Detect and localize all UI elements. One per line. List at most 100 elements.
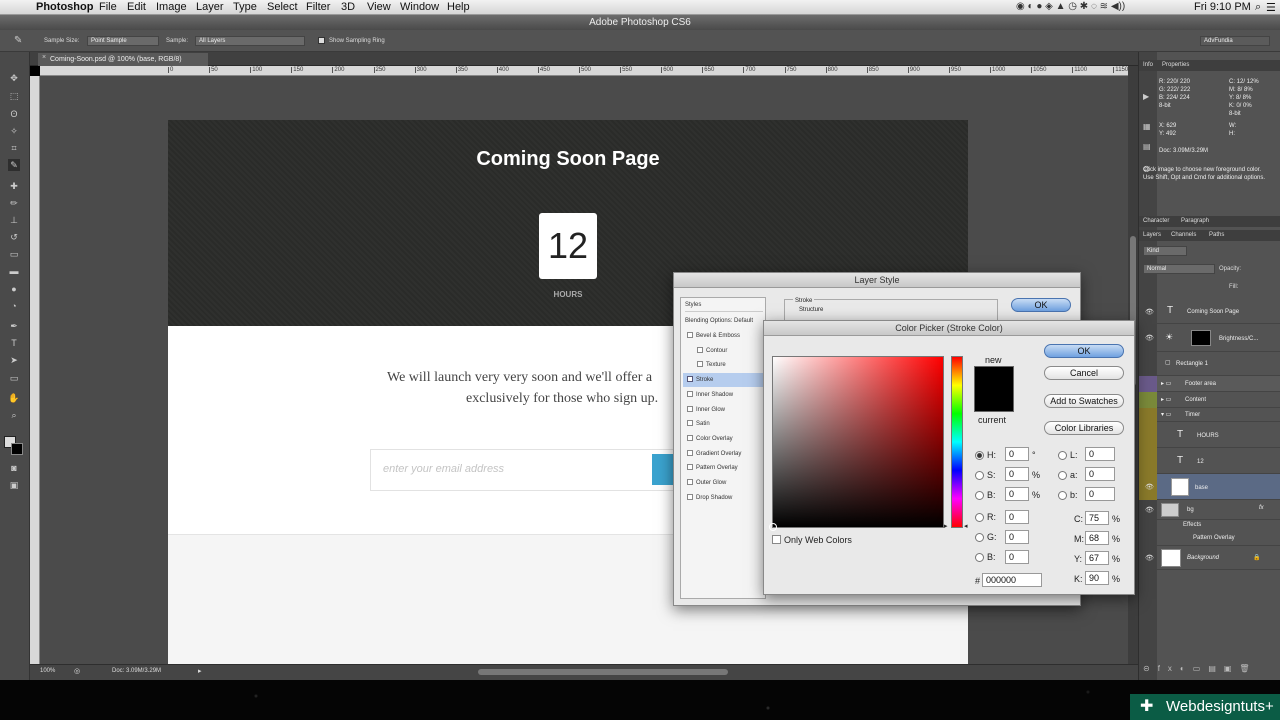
blending-options[interactable]: Blending Options: Default	[685, 314, 767, 328]
eye-icon[interactable]: 👁	[1145, 483, 1154, 491]
background-color-swatch[interactable]	[11, 443, 23, 455]
spotlight-icon[interactable]: ⌕	[1255, 1, 1261, 14]
layer-12[interactable]: T 12	[1139, 448, 1280, 474]
layer-kind-filter[interactable]: Kind	[1143, 246, 1187, 256]
style-gradient-overlay[interactable]: Gradient Overlay	[687, 447, 767, 461]
tab-info[interactable]: Info	[1143, 62, 1153, 68]
style-bevel[interactable]: Bevel & Emboss	[687, 329, 767, 343]
eraser-tool-icon[interactable]: ▭	[8, 248, 20, 260]
adjust-icon[interactable]: ▤	[1143, 142, 1151, 151]
field-r[interactable]: 0	[1005, 510, 1029, 524]
style-stroke[interactable]: Stroke	[683, 373, 767, 387]
menu-layer[interactable]: Layer	[196, 1, 224, 13]
folder-icon[interactable]: ▸ ▭	[1161, 380, 1171, 387]
field-l[interactable]: 0	[1085, 447, 1115, 461]
tab-paragraph[interactable]: Paragraph	[1181, 218, 1209, 224]
tab-character[interactable]: Character	[1143, 218, 1169, 224]
field-m[interactable]: 68	[1085, 531, 1109, 545]
field-hex[interactable]: 000000	[982, 573, 1042, 587]
layer-bg[interactable]: 👁 bg fx	[1139, 500, 1280, 520]
screen-mode-icon[interactable]: ▣	[8, 479, 20, 491]
field-a[interactable]: 0	[1085, 467, 1115, 481]
blur-tool-icon[interactable]: ●	[8, 283, 20, 295]
menu-view[interactable]: View	[367, 1, 391, 13]
menu-app-name[interactable]: Photoshop	[36, 1, 93, 13]
menu-window[interactable]: Window	[400, 1, 439, 13]
menu-edit[interactable]: Edit	[127, 1, 146, 13]
lasso-tool-icon[interactable]: ʘ	[8, 108, 20, 120]
menu-image[interactable]: Image	[156, 1, 187, 13]
sample-select[interactable]: All Layers	[195, 36, 305, 46]
radio-a[interactable]	[1058, 471, 1067, 480]
layer-background[interactable]: 👁 Background 🔒	[1139, 546, 1280, 570]
field-y[interactable]: 67	[1085, 551, 1109, 565]
radio-lab-b[interactable]	[1058, 491, 1067, 500]
color-libraries-button[interactable]: Color Libraries	[1044, 421, 1124, 435]
quick-mask-icon[interactable]: ◙	[8, 462, 20, 474]
eye-icon[interactable]: 👁	[1145, 308, 1154, 316]
history-brush-icon[interactable]: ↺	[8, 231, 20, 243]
zoom-readout[interactable]: 100%	[40, 668, 55, 674]
tab-layers[interactable]: Layers	[1143, 232, 1161, 238]
tab-properties[interactable]: Properties	[1162, 62, 1189, 68]
marquee-tool-icon[interactable]: ⬚	[8, 90, 20, 102]
fx-icon[interactable]: fx	[1259, 505, 1264, 511]
brush-tool-icon[interactable]: ✏	[8, 197, 20, 209]
eye-icon[interactable]: 👁	[1145, 334, 1154, 342]
field-g[interactable]: 0	[1005, 530, 1029, 544]
radio-s[interactable]	[975, 471, 984, 480]
effect-pattern-overlay[interactable]: Pattern Overlay	[1139, 532, 1280, 546]
radio-l[interactable]	[1058, 451, 1067, 460]
color-picker-ok-button[interactable]: OK	[1044, 344, 1124, 358]
hue-slider[interactable]	[951, 356, 963, 528]
style-inner-shadow[interactable]: Inner Shadow	[687, 388, 767, 402]
hue-slider-right-arrow[interactable]: ◂	[964, 522, 968, 530]
layer-brightness[interactable]: 👁 ☀ Brightness/C...	[1139, 324, 1280, 352]
status-icons[interactable]: ◉ ◐ ● ◈ ▲ ◷ ✱ ◌ ≋ ◀))	[1016, 1, 1125, 12]
style-inner-glow[interactable]: Inner Glow	[687, 403, 767, 417]
email-input[interactable]: enter your email address	[370, 449, 676, 491]
layer-hours[interactable]: T HOURS	[1139, 422, 1280, 448]
styles-header[interactable]: Styles	[685, 298, 763, 312]
group-content[interactable]: ▸ ▭ Content	[1139, 392, 1280, 408]
color-picker-cancel-button[interactable]: Cancel	[1044, 366, 1124, 380]
gradient-tool-icon[interactable]: ▬	[8, 265, 20, 277]
eyedropper-icon[interactable]: ✎	[14, 35, 22, 46]
close-tab-icon[interactable]: ×	[42, 54, 46, 61]
tab-paths[interactable]: Paths	[1209, 232, 1224, 238]
radio-r[interactable]	[975, 513, 984, 522]
color-field-cursor[interactable]	[769, 523, 777, 531]
field-c[interactable]: 75	[1085, 511, 1109, 525]
style-color-overlay[interactable]: Color Overlay	[687, 432, 767, 446]
layer-coming-soon-page[interactable]: 👁 T Coming Soon Page	[1139, 300, 1280, 324]
menu-clock[interactable]: Fri 9:10 PM	[1194, 1, 1251, 13]
stamp-tool-icon[interactable]: ⊥	[8, 214, 20, 226]
radio-h[interactable]	[975, 451, 984, 460]
layer-base[interactable]: 👁 base	[1139, 474, 1280, 500]
radio-b[interactable]	[975, 491, 984, 500]
tab-channels[interactable]: Channels	[1171, 232, 1196, 238]
document-tab[interactable]: Coming-Soon.psd @ 100% (base, RGB/8)	[38, 53, 208, 66]
menu-file[interactable]: File	[99, 1, 117, 13]
effects-row[interactable]: Effects	[1139, 520, 1280, 532]
color-field[interactable]	[769, 356, 944, 531]
sampling-ring-checkbox[interactable]	[318, 37, 325, 44]
path-select-icon[interactable]: ➤	[8, 354, 20, 366]
layer-style-ok-button[interactable]: OK	[1011, 298, 1071, 312]
folder-open-icon[interactable]: ▾ ▭	[1161, 411, 1171, 418]
move-tool-icon[interactable]: ✥	[8, 72, 20, 84]
workspace-select[interactable]: AdvFundia	[1200, 36, 1270, 46]
shape-tool-icon[interactable]: ▭	[8, 372, 20, 384]
field-k[interactable]: 90	[1085, 571, 1109, 585]
healing-tool-icon[interactable]: ✚	[8, 180, 20, 192]
hue-slider-left-arrow[interactable]: ▸	[944, 522, 948, 530]
crop-tool-icon[interactable]: ⌗	[8, 142, 20, 154]
group-footer-area[interactable]: ▸ ▭ Footer area	[1139, 376, 1280, 392]
swatches-icon[interactable]: ▦	[1143, 122, 1151, 131]
layer-rectangle-1[interactable]: ▢ Rectangle 1	[1139, 352, 1280, 376]
style-drop-shadow[interactable]: Drop Shadow	[687, 491, 767, 505]
add-to-swatches-button[interactable]: Add to Swatches	[1044, 394, 1124, 408]
notification-icon[interactable]: ☰	[1266, 1, 1276, 14]
menu-select[interactable]: Select	[267, 1, 298, 13]
zoom-tool-icon[interactable]: ⌕	[8, 409, 20, 421]
